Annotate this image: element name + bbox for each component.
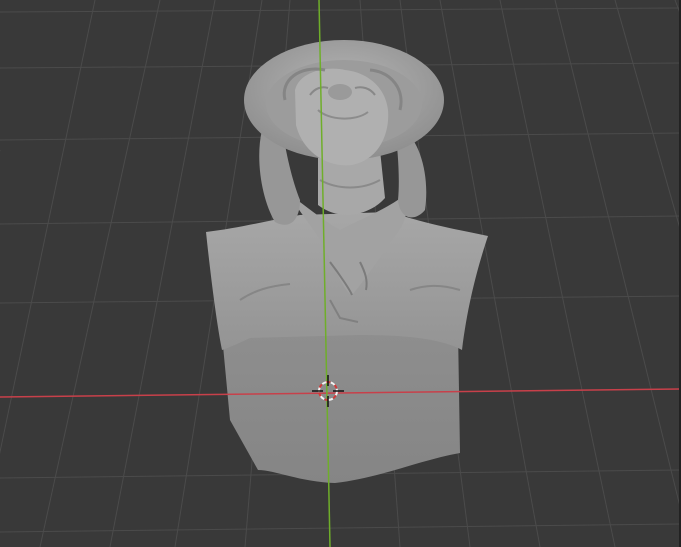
bust-mesh[interactable] — [206, 40, 488, 483]
3d-viewport[interactable] — [0, 0, 681, 547]
viewport-canvas[interactable] — [0, 0, 681, 547]
